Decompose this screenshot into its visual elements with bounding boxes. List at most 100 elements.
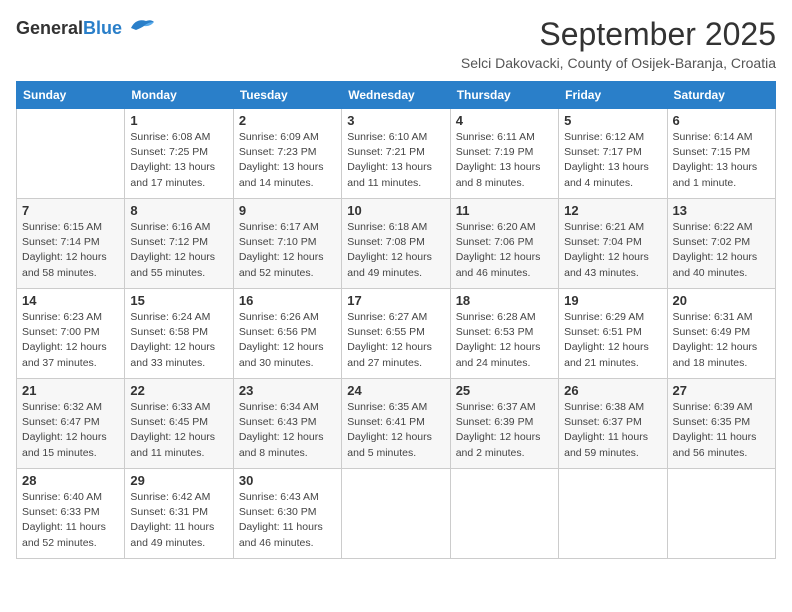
day-number: 22 bbox=[130, 383, 227, 398]
day-info: Sunrise: 6:33 AMSunset: 6:45 PMDaylight:… bbox=[130, 400, 227, 461]
logo-bird-icon bbox=[126, 16, 156, 41]
table-row bbox=[667, 469, 775, 559]
col-sunday: Sunday bbox=[17, 82, 125, 109]
day-info: Sunrise: 6:31 AMSunset: 6:49 PMDaylight:… bbox=[673, 310, 770, 371]
day-info: Sunrise: 6:29 AMSunset: 6:51 PMDaylight:… bbox=[564, 310, 661, 371]
day-info: Sunrise: 6:12 AMSunset: 7:17 PMDaylight:… bbox=[564, 130, 661, 191]
calendar-week-row: 21 Sunrise: 6:32 AMSunset: 6:47 PMDayligh… bbox=[17, 379, 776, 469]
day-number: 17 bbox=[347, 293, 444, 308]
table-row bbox=[342, 469, 450, 559]
day-info: Sunrise: 6:18 AMSunset: 7:08 PMDaylight:… bbox=[347, 220, 444, 281]
day-number: 26 bbox=[564, 383, 661, 398]
day-info: Sunrise: 6:35 AMSunset: 6:41 PMDaylight:… bbox=[347, 400, 444, 461]
day-info: Sunrise: 6:15 AMSunset: 7:14 PMDaylight:… bbox=[22, 220, 119, 281]
day-info: Sunrise: 6:39 AMSunset: 6:35 PMDaylight:… bbox=[673, 400, 770, 461]
day-number: 30 bbox=[239, 473, 336, 488]
day-info: Sunrise: 6:42 AMSunset: 6:31 PMDaylight:… bbox=[130, 490, 227, 551]
table-row: 15 Sunrise: 6:24 AMSunset: 6:58 PMDayligh… bbox=[125, 289, 233, 379]
day-number: 3 bbox=[347, 113, 444, 128]
day-info: Sunrise: 6:09 AMSunset: 7:23 PMDaylight:… bbox=[239, 130, 336, 191]
table-row: 24 Sunrise: 6:35 AMSunset: 6:41 PMDayligh… bbox=[342, 379, 450, 469]
table-row: 20 Sunrise: 6:31 AMSunset: 6:49 PMDayligh… bbox=[667, 289, 775, 379]
day-number: 20 bbox=[673, 293, 770, 308]
day-info: Sunrise: 6:14 AMSunset: 7:15 PMDaylight:… bbox=[673, 130, 770, 191]
day-number: 23 bbox=[239, 383, 336, 398]
table-row: 8 Sunrise: 6:16 AMSunset: 7:12 PMDaylight… bbox=[125, 199, 233, 289]
day-info: Sunrise: 6:34 AMSunset: 6:43 PMDaylight:… bbox=[239, 400, 336, 461]
day-number: 9 bbox=[239, 203, 336, 218]
day-number: 29 bbox=[130, 473, 227, 488]
day-number: 27 bbox=[673, 383, 770, 398]
day-number: 21 bbox=[22, 383, 119, 398]
table-row: 27 Sunrise: 6:39 AMSunset: 6:35 PMDayligh… bbox=[667, 379, 775, 469]
table-row: 4 Sunrise: 6:11 AMSunset: 7:19 PMDaylight… bbox=[450, 109, 558, 199]
day-number: 5 bbox=[564, 113, 661, 128]
table-row: 10 Sunrise: 6:18 AMSunset: 7:08 PMDayligh… bbox=[342, 199, 450, 289]
day-number: 24 bbox=[347, 383, 444, 398]
col-saturday: Saturday bbox=[667, 82, 775, 109]
table-row: 18Sunrise: 6:28 AMSunset: 6:53 PMDayligh… bbox=[450, 289, 558, 379]
day-info: Sunrise: 6:43 AMSunset: 6:30 PMDaylight:… bbox=[239, 490, 336, 551]
day-info: Sunrise: 6:16 AMSunset: 7:12 PMDaylight:… bbox=[130, 220, 227, 281]
table-row: 3 Sunrise: 6:10 AMSunset: 7:21 PMDaylight… bbox=[342, 109, 450, 199]
day-number: 1 bbox=[130, 113, 227, 128]
table-row bbox=[450, 469, 558, 559]
table-row: 19Sunrise: 6:29 AMSunset: 6:51 PMDayligh… bbox=[559, 289, 667, 379]
day-number: 10 bbox=[347, 203, 444, 218]
table-row: 13Sunrise: 6:22 AMSunset: 7:02 PMDayligh… bbox=[667, 199, 775, 289]
table-row: 2 Sunrise: 6:09 AMSunset: 7:23 PMDaylight… bbox=[233, 109, 341, 199]
day-info: Sunrise: 6:11 AMSunset: 7:19 PMDaylight:… bbox=[456, 130, 553, 191]
table-row: 22 Sunrise: 6:33 AMSunset: 6:45 PMDayligh… bbox=[125, 379, 233, 469]
day-number: 14 bbox=[22, 293, 119, 308]
table-row: 7 Sunrise: 6:15 AMSunset: 7:14 PMDaylight… bbox=[17, 199, 125, 289]
day-info: Sunrise: 6:27 AMSunset: 6:55 PMDaylight:… bbox=[347, 310, 444, 371]
table-row: 12 Sunrise: 6:21 AMSunset: 7:04 PMDayligh… bbox=[559, 199, 667, 289]
col-wednesday: Wednesday bbox=[342, 82, 450, 109]
calendar-week-row: 7 Sunrise: 6:15 AMSunset: 7:14 PMDaylight… bbox=[17, 199, 776, 289]
day-info: Sunrise: 6:10 AMSunset: 7:21 PMDaylight:… bbox=[347, 130, 444, 191]
table-row: 6 Sunrise: 6:14 AMSunset: 7:15 PMDaylight… bbox=[667, 109, 775, 199]
table-row: 21 Sunrise: 6:32 AMSunset: 6:47 PMDayligh… bbox=[17, 379, 125, 469]
day-number: 28 bbox=[22, 473, 119, 488]
day-number: 7 bbox=[22, 203, 119, 218]
table-row: 17 Sunrise: 6:27 AMSunset: 6:55 PMDayligh… bbox=[342, 289, 450, 379]
logo-general: General bbox=[16, 18, 83, 38]
day-number: 8 bbox=[130, 203, 227, 218]
day-info: Sunrise: 6:24 AMSunset: 6:58 PMDaylight:… bbox=[130, 310, 227, 371]
day-info: Sunrise: 6:21 AMSunset: 7:04 PMDaylight:… bbox=[564, 220, 661, 281]
table-row: 16Sunrise: 6:26 AMSunset: 6:56 PMDayligh… bbox=[233, 289, 341, 379]
table-row bbox=[17, 109, 125, 199]
col-tuesday: Tuesday bbox=[233, 82, 341, 109]
table-row: 1 Sunrise: 6:08 AMSunset: 7:25 PMDaylight… bbox=[125, 109, 233, 199]
logo: GeneralBlue bbox=[16, 16, 156, 41]
col-friday: Friday bbox=[559, 82, 667, 109]
table-row: 25Sunrise: 6:37 AMSunset: 6:39 PMDayligh… bbox=[450, 379, 558, 469]
col-monday: Monday bbox=[125, 82, 233, 109]
header: GeneralBlue September 2025 Selci Dakovac… bbox=[16, 16, 776, 71]
day-number: 6 bbox=[673, 113, 770, 128]
calendar-week-row: 14Sunrise: 6:23 AMSunset: 7:00 PMDayligh… bbox=[17, 289, 776, 379]
day-number: 11 bbox=[456, 203, 553, 218]
day-info: Sunrise: 6:32 AMSunset: 6:47 PMDaylight:… bbox=[22, 400, 119, 461]
day-number: 12 bbox=[564, 203, 661, 218]
day-number: 18 bbox=[456, 293, 553, 308]
table-row: 5 Sunrise: 6:12 AMSunset: 7:17 PMDaylight… bbox=[559, 109, 667, 199]
table-row: 14Sunrise: 6:23 AMSunset: 7:00 PMDayligh… bbox=[17, 289, 125, 379]
day-number: 4 bbox=[456, 113, 553, 128]
calendar-table: Sunday Monday Tuesday Wednesday Thursday… bbox=[16, 81, 776, 559]
table-row: 30 Sunrise: 6:43 AMSunset: 6:30 PMDayligh… bbox=[233, 469, 341, 559]
page-container: GeneralBlue September 2025 Selci Dakovac… bbox=[16, 16, 776, 559]
day-number: 15 bbox=[130, 293, 227, 308]
day-number: 13 bbox=[673, 203, 770, 218]
col-thursday: Thursday bbox=[450, 82, 558, 109]
day-info: Sunrise: 6:17 AMSunset: 7:10 PMDaylight:… bbox=[239, 220, 336, 281]
day-info: Sunrise: 6:08 AMSunset: 7:25 PMDaylight:… bbox=[130, 130, 227, 191]
day-number: 25 bbox=[456, 383, 553, 398]
calendar-header-row: Sunday Monday Tuesday Wednesday Thursday… bbox=[17, 82, 776, 109]
calendar-subtitle: Selci Dakovacki, County of Osijek-Baranj… bbox=[461, 55, 776, 71]
day-number: 16 bbox=[239, 293, 336, 308]
logo-blue: Blue bbox=[83, 18, 122, 38]
calendar-title: September 2025 bbox=[461, 16, 776, 53]
day-info: Sunrise: 6:38 AMSunset: 6:37 PMDaylight:… bbox=[564, 400, 661, 461]
day-number: 2 bbox=[239, 113, 336, 128]
